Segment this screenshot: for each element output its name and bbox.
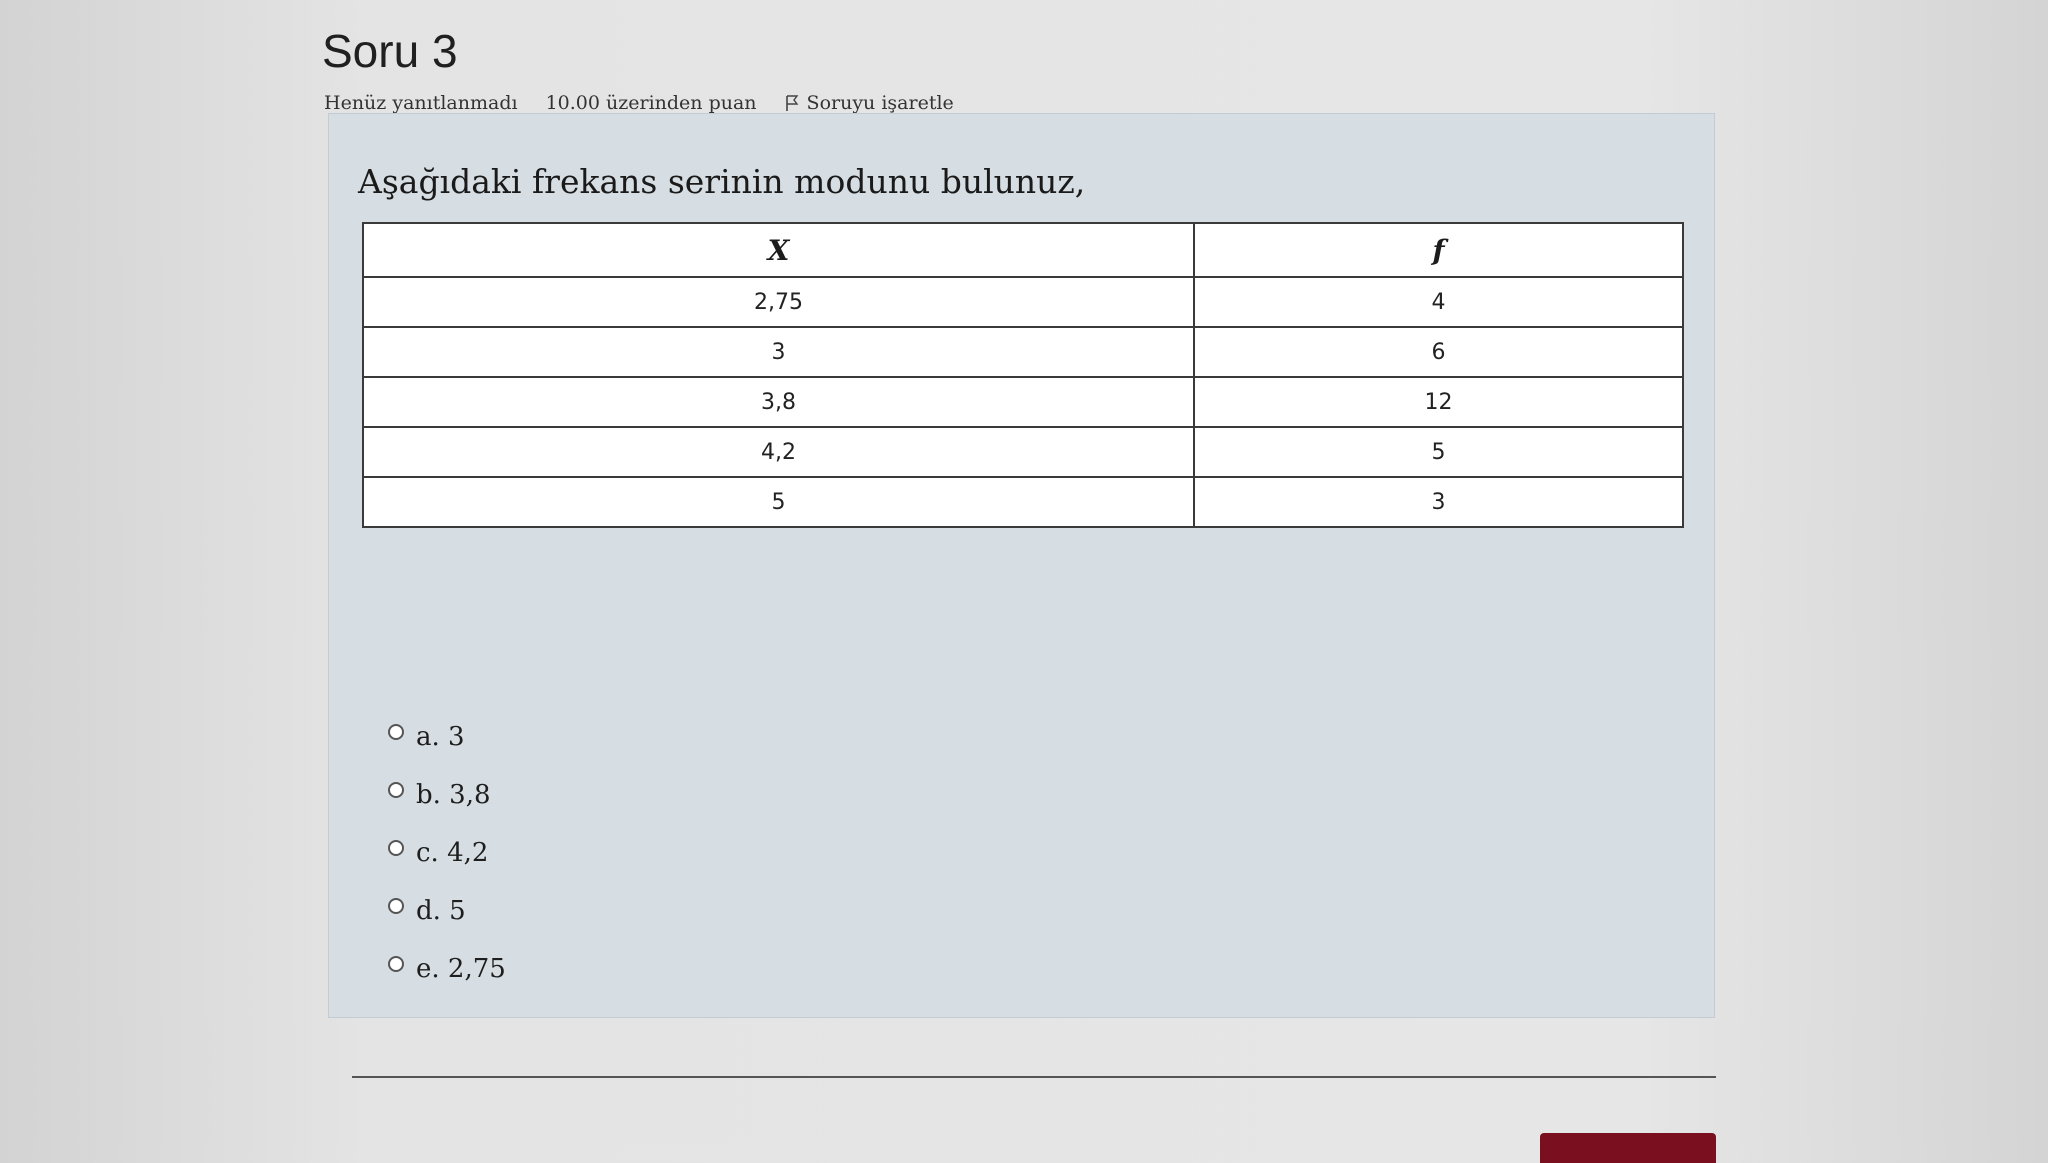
radio-button-a[interactable]	[388, 724, 404, 740]
table-row: 4,2 5	[361, 426, 1684, 478]
question-points: 10.00 üzerinden puan	[545, 92, 757, 114]
flag-icon	[785, 94, 799, 112]
radio-button-c[interactable]	[388, 840, 404, 856]
answer-option-label: a. 3	[416, 722, 465, 752]
table-cell-x: 4,2	[361, 426, 1196, 478]
table-row: 2,75 4	[361, 276, 1684, 328]
table-cell-f: 4	[1193, 276, 1684, 328]
frequency-table: X f 2,75 4 3 6 3,8 12 4,2 5 5 3	[361, 222, 1684, 528]
flag-question-label: Soruyu işaretle	[806, 92, 954, 114]
table-row: 3 6	[361, 326, 1684, 378]
question-text: Aşağıdaki frekans serinin modunu bulunuz…	[358, 162, 1086, 201]
table-cell-x: 5	[361, 476, 1196, 528]
answer-option-d[interactable]: d. 5	[388, 882, 506, 940]
answer-option-c[interactable]: c. 4,2	[388, 824, 506, 882]
answer-options: a. 3 b. 3,8 c. 4,2 d. 5 e. 2,75	[388, 708, 506, 998]
table-row: 3,8 12	[361, 376, 1684, 428]
column-header-x: X	[361, 222, 1196, 278]
answer-option-label: c. 4,2	[416, 838, 489, 868]
page-title: Soru 3	[322, 25, 458, 77]
table-row: 5 3	[361, 476, 1684, 528]
table-cell-f: 3	[1193, 476, 1684, 528]
table-cell-f: 5	[1193, 426, 1684, 478]
next-page-button[interactable]	[1540, 1133, 1716, 1163]
table-cell-x: 3,8	[361, 376, 1196, 428]
radio-button-e[interactable]	[388, 956, 404, 972]
table-cell-f: 6	[1193, 326, 1684, 378]
answer-status: Henüz yanıtlanmadı	[324, 92, 518, 114]
column-header-f: f	[1193, 222, 1684, 278]
table-cell-x: 3	[361, 326, 1196, 378]
answer-option-e[interactable]: e. 2,75	[388, 940, 506, 998]
radio-button-d[interactable]	[388, 898, 404, 914]
answer-option-label: e. 2,75	[416, 954, 506, 984]
table-cell-x: 2,75	[361, 276, 1196, 328]
flag-question-link[interactable]: Soruyu işaretle	[785, 92, 954, 114]
divider	[352, 1076, 1716, 1078]
table-header-row: X f	[361, 222, 1684, 278]
answer-option-a[interactable]: a. 3	[388, 708, 506, 766]
answer-option-label: b. 3,8	[416, 780, 491, 810]
answer-option-label: d. 5	[416, 896, 466, 926]
answer-option-b[interactable]: b. 3,8	[388, 766, 506, 824]
table-cell-f: 12	[1193, 376, 1684, 428]
question-info: Henüz yanıtlanmadı 10.00 üzerinden puan …	[324, 92, 954, 114]
radio-button-b[interactable]	[388, 782, 404, 798]
